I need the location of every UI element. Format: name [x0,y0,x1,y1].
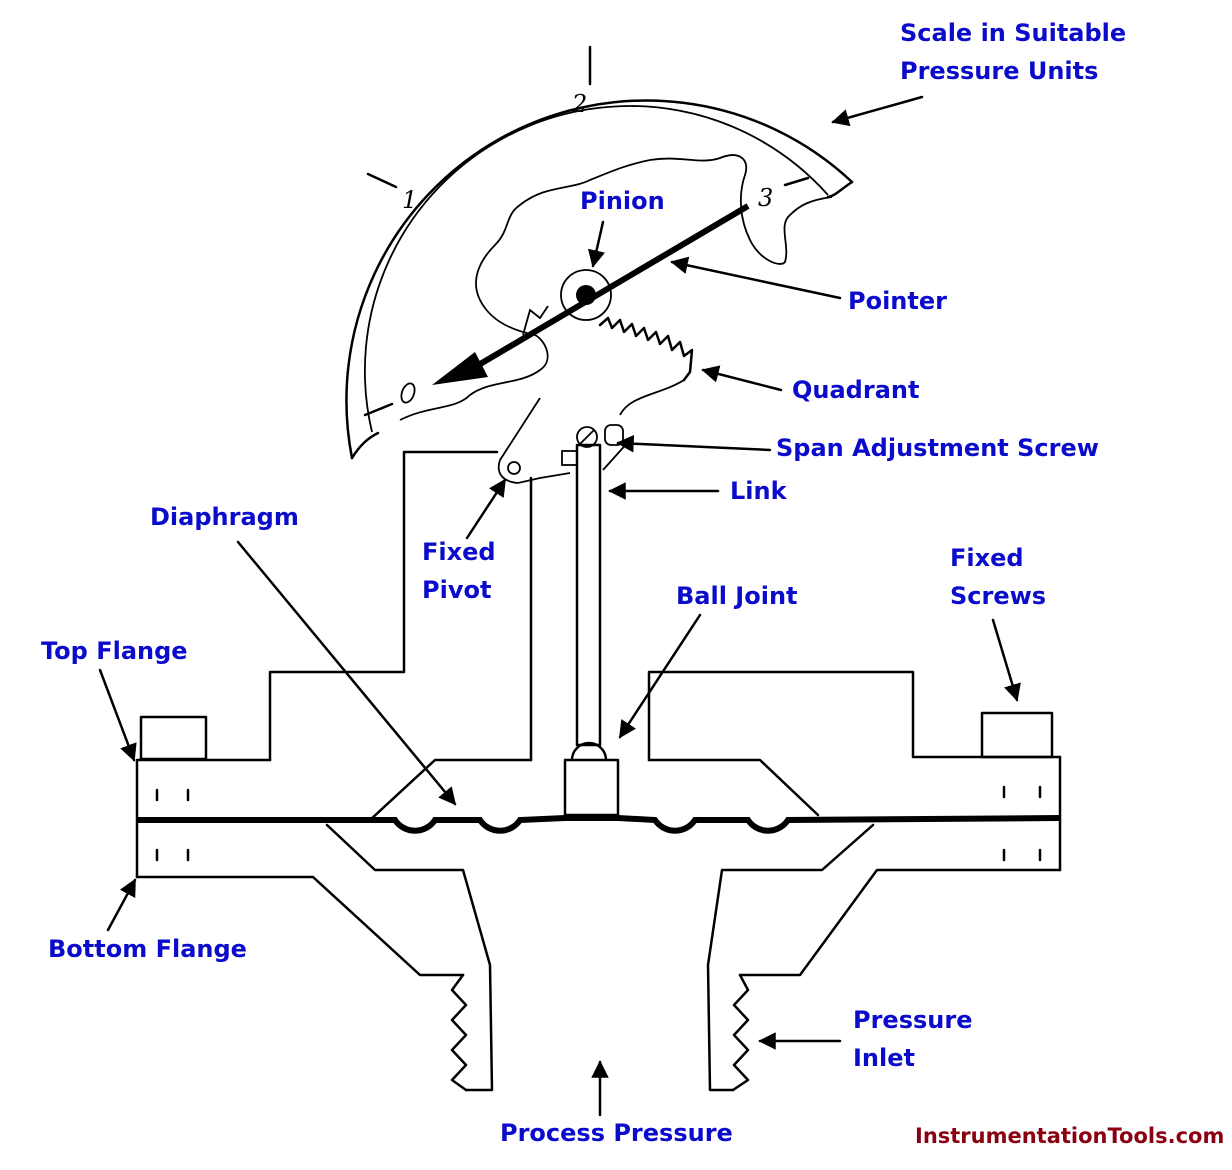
label-fixed-pivot-line2: Pivot [422,576,492,604]
ball-joint-arrow [618,613,702,739]
top-flange-arrow [98,668,137,762]
dial-scale: 1 2 3 [345,45,854,460]
scale-left-end [350,431,380,460]
label-scale-line2: Pressure Units [900,57,1099,85]
fixed-pivot-pin [507,461,521,475]
label-top-flange: Top Flange [41,637,188,665]
label-fixed-pivot: Fixed Pivot [422,533,496,609]
scale-number-0 [400,382,416,404]
right-fixed-screw-head [980,711,1054,759]
fixed-pivot-arrow [465,478,507,540]
tick-0 [363,402,394,417]
label-fixed-screws-line1: Fixed [950,544,1024,572]
span-screw-arrow [616,434,772,453]
scale-number-3: 3 [758,184,773,212]
link-assembly [561,424,631,817]
label-diaphragm: Diaphragm [150,503,299,531]
label-pressure-inlet-line2: Inlet [853,1044,915,1072]
label-fixed-screws: Fixed Screws [950,539,1046,615]
label-link: Link [730,477,787,505]
quadrant-gear [598,316,694,382]
label-pointer: Pointer [848,287,947,315]
right-inlet-threads [731,973,750,1092]
diaphragm [137,815,1061,834]
bottom-flange-arrow [106,878,137,932]
scale-outer-arc [345,99,854,460]
label-fixed-pivot-line1: Fixed [422,538,496,566]
label-quadrant: Quadrant [792,376,920,404]
link-rod [575,443,602,747]
label-ball-joint: Ball Joint [676,582,798,610]
label-span-adjustment-screw: Span Adjustment Screw [776,434,1099,462]
scale-arrow [831,95,924,127]
label-scale: Scale in Suitable Pressure Units [900,14,1126,90]
quadrant-arm [619,379,685,416]
scale-number-2: 2 [571,90,587,118]
label-pressure-inlet: Pressure Inlet [853,1001,972,1077]
housing-right [647,670,1062,762]
label-pressure-inlet-line1: Pressure [853,1006,973,1034]
scale-right-end [826,180,854,199]
label-fixed-screws-line2: Screws [950,582,1047,610]
screw-holes [155,785,1042,862]
link-clamp [561,450,578,466]
ball-joint-block [563,758,620,817]
left-fixed-screw-head [139,715,208,761]
pressure-gauge-diagram: 1 2 3 [98,45,1062,1117]
tick-3 [783,176,810,187]
tick-1 [366,172,398,189]
scale-number-1: 1 [402,186,417,214]
label-pinion: Pinion [580,187,665,215]
pinion-arrow [587,220,606,268]
quadrant-arrow [701,365,783,392]
label-process-pressure: Process Pressure [500,1119,733,1147]
left-inlet-threads [450,973,468,1092]
label-scale-line1: Scale in Suitable [900,19,1127,47]
label-bottom-flange: Bottom Flange [48,935,247,963]
pinion [560,269,612,321]
watermark: InstrumentationTools.com [915,1124,1225,1148]
fixed-screws-arrow [991,618,1021,702]
pointer-arrow [670,256,842,300]
